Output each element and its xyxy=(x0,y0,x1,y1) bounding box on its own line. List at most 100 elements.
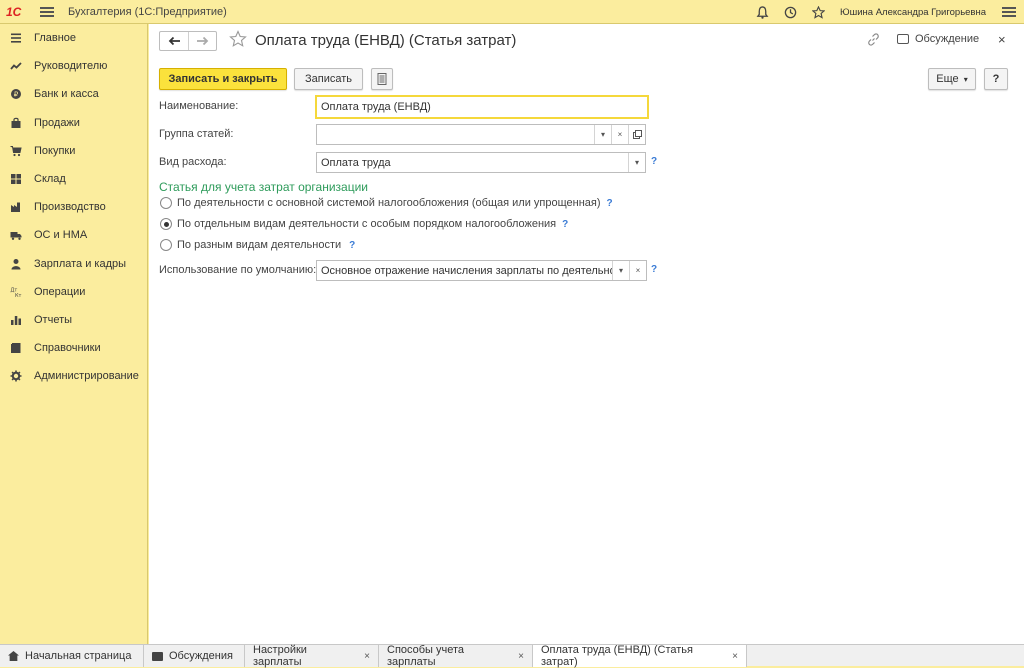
sidebar-item-sales[interactable]: Продажи xyxy=(0,109,147,137)
window-tabs-bar: Начальная страница Обсуждения Настройки … xyxy=(0,644,1024,668)
main-menu-icon[interactable] xyxy=(40,6,54,17)
expense-type-label: Вид расхода: xyxy=(159,156,227,168)
radio-button[interactable] xyxy=(160,239,172,251)
favorite-star-icon[interactable] xyxy=(229,30,247,53)
radio-various-activities[interactable]: По разным видам деятельности ? xyxy=(160,239,355,251)
expense-type-value: Оплата труда xyxy=(321,156,391,169)
expense-help-icon[interactable]: ? xyxy=(651,156,657,167)
sidebar-item-main[interactable]: Главное xyxy=(0,24,147,52)
sidebar-item-purchases[interactable]: Покупки xyxy=(0,137,147,165)
default-use-value: Основное отражение начисления зарплаты п… xyxy=(321,264,612,277)
dropdown-icon[interactable]: ▾ xyxy=(612,261,629,280)
radio-label: По отдельным видам деятельности с особым… xyxy=(177,218,557,230)
sidebar-item-reports[interactable]: Отчеты xyxy=(0,306,147,334)
nav-buttons xyxy=(159,31,217,51)
radio-help-icon[interactable]: ? xyxy=(607,198,613,209)
close-tab-icon[interactable]: × xyxy=(732,651,738,662)
tab-label: Оплата труда (ЕНВД) (Статья затрат) xyxy=(541,644,693,668)
sidebar-item-assets[interactable]: ОС и НМА xyxy=(0,221,147,249)
sidebar-item-manager[interactable]: Руководителю xyxy=(0,52,147,80)
sidebar-item-label: Продажи xyxy=(34,116,80,129)
dropdown-icon[interactable]: ▾ xyxy=(594,125,611,144)
clear-icon[interactable]: × xyxy=(629,261,646,280)
radio-label: По деятельности с основной системой нало… xyxy=(177,197,601,209)
close-form-icon[interactable]: × xyxy=(998,32,1006,47)
sidebar-item-label: Покупки xyxy=(34,144,76,157)
open-icon[interactable] xyxy=(628,125,645,144)
sidebar-item-label: Производство xyxy=(34,201,106,214)
forward-button[interactable] xyxy=(188,32,216,50)
name-field[interactable]: Оплата труда (ЕНВД) xyxy=(315,95,649,119)
close-tab-icon[interactable]: × xyxy=(364,651,370,662)
sidebar-item-label: Операции xyxy=(34,285,86,298)
gear-icon xyxy=(9,369,23,383)
factory-icon xyxy=(9,200,23,214)
back-button[interactable] xyxy=(160,32,188,50)
document-icon-button[interactable] xyxy=(371,68,393,90)
svg-text:Кт: Кт xyxy=(15,293,22,298)
sidebar-item-label: ОС и НМА xyxy=(34,229,88,242)
discussion-label: Обсуждение xyxy=(915,33,980,45)
default-use-field[interactable]: Основное отражение начисления зарплаты п… xyxy=(316,260,647,281)
group-field[interactable]: ▾ × xyxy=(316,124,646,145)
sidebar-item-warehouse[interactable]: Склад xyxy=(0,165,147,193)
tab-current-form[interactable]: Оплата труда (ЕНВД) (Статья затрат) × xyxy=(533,644,747,668)
sidebar-item-directories[interactable]: Справочники xyxy=(0,334,147,362)
radio-button-selected[interactable] xyxy=(160,218,172,230)
radio-special-taxation[interactable]: По отдельным видам деятельности с особым… xyxy=(160,218,568,230)
save-button[interactable]: Записать xyxy=(294,68,363,90)
dropdown-icon[interactable]: ▾ xyxy=(628,153,645,172)
dtkt-icon: Дт Кт xyxy=(9,285,23,299)
sidebar-item-label: Отчеты xyxy=(34,313,73,326)
clear-icon[interactable]: × xyxy=(611,125,628,144)
close-tab-icon[interactable]: × xyxy=(518,651,524,662)
radio-help-icon[interactable]: ? xyxy=(562,219,568,230)
radio-button[interactable] xyxy=(160,197,172,209)
tab-label: Обсуждения xyxy=(169,650,233,662)
radio-main-taxation[interactable]: По деятельности с основной системой нало… xyxy=(160,197,613,209)
coin-icon: ₽ xyxy=(9,87,23,101)
tab-salary-methods[interactable]: Способы учета зарплаты × xyxy=(379,644,533,668)
tab-discussions[interactable]: Обсуждения xyxy=(144,645,245,667)
history-icon[interactable] xyxy=(782,4,798,20)
sidebar-item-bank[interactable]: ₽ Банк и касса xyxy=(0,80,147,108)
radio-help-icon[interactable]: ? xyxy=(349,240,355,251)
cart-icon xyxy=(9,144,23,158)
chat-icon xyxy=(152,651,163,661)
user-menu-icon[interactable] xyxy=(1002,7,1016,17)
link-icon[interactable] xyxy=(867,33,880,49)
tab-label: Способы учета зарплаты xyxy=(387,644,465,668)
default-use-help-icon[interactable]: ? xyxy=(651,264,657,275)
user-name[interactable]: Юшина Александра Григорьевна xyxy=(840,7,986,18)
chevron-down-icon: ▾ xyxy=(963,74,968,84)
help-button[interactable]: ? xyxy=(984,68,1008,90)
more-button[interactable]: Еще ▾ xyxy=(928,68,976,90)
tab-label: Настройки зарплаты xyxy=(253,644,307,668)
save-and-close-button[interactable]: Записать и закрыть xyxy=(159,68,287,90)
trend-icon xyxy=(9,59,23,73)
sidebar-item-admin[interactable]: Администрирование xyxy=(0,362,147,390)
favorites-star-icon[interactable] xyxy=(810,4,826,20)
sidebar-item-operations[interactable]: Дт Кт Операции xyxy=(0,278,147,306)
discussion-button[interactable]: Обсуждение xyxy=(897,33,979,45)
tab-salary-settings[interactable]: Настройки зарплаты × xyxy=(245,644,379,668)
sidebar-item-label: Справочники xyxy=(34,342,101,355)
tab-home[interactable]: Начальная страница xyxy=(0,645,144,667)
sidebar-item-production[interactable]: Производство xyxy=(0,193,147,221)
name-label: Наименование: xyxy=(159,100,239,112)
sidebar-item-label: Руководителю xyxy=(34,60,108,73)
section-title: Статья для учета затрат организации xyxy=(159,180,368,194)
person-icon xyxy=(9,257,23,271)
expense-type-field[interactable]: Оплата труда ▾ xyxy=(316,152,646,173)
sidebar-item-label: Главное xyxy=(34,32,77,45)
tab-label: Начальная страница xyxy=(25,650,132,662)
app-title: Бухгалтерия (1С:Предприятие) xyxy=(68,5,227,18)
grid-icon xyxy=(9,172,23,186)
sidebar-item-salary[interactable]: Зарплата и кадры xyxy=(0,250,147,278)
bell-icon[interactable] xyxy=(754,4,770,20)
sidebar: Главное Руководителю ₽ Банк и касса Прод… xyxy=(0,24,148,644)
home-icon xyxy=(8,651,19,661)
sidebar-item-label: Зарплата и кадры xyxy=(34,257,127,270)
name-value: Оплата труда (ЕНВД) xyxy=(321,101,431,113)
bars-icon xyxy=(9,313,23,327)
